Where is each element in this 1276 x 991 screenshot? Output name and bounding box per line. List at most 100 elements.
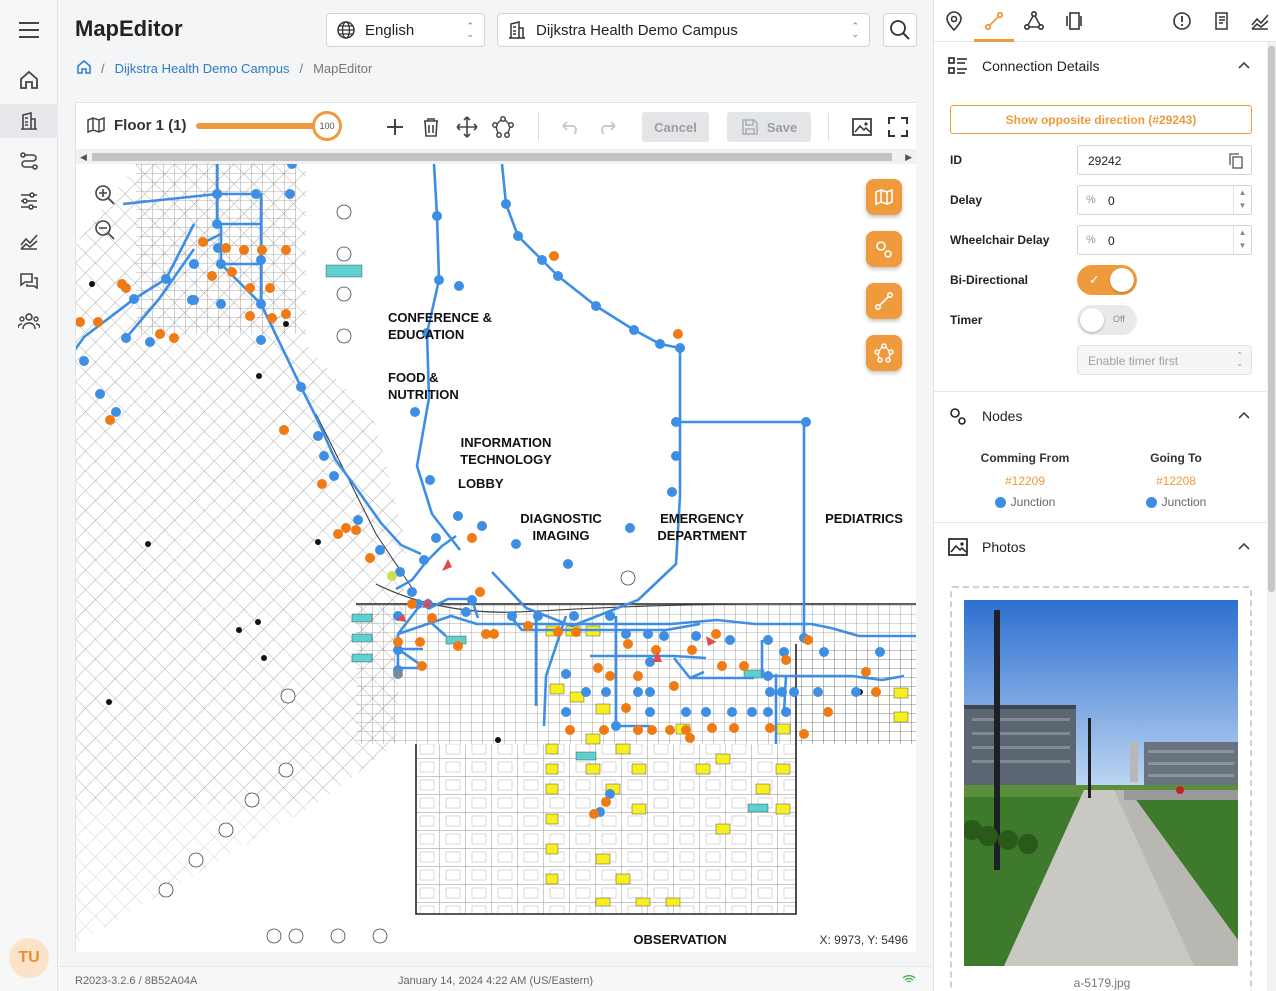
wifi-icon xyxy=(902,974,916,987)
floor-selector[interactable]: Floor 1 (1) xyxy=(86,115,187,135)
home-icon[interactable] xyxy=(13,64,45,96)
collapse-chevron-icon[interactable] xyxy=(1237,538,1251,554)
redo-icon[interactable] xyxy=(592,112,622,142)
scroll-right-icon[interactable]: ▶ xyxy=(905,152,912,163)
connection-photo[interactable] xyxy=(964,600,1238,966)
delay-value: 0 xyxy=(1108,194,1115,208)
status-bar: R2023-3.2.6 / 8B52A04A January 14, 2024 … xyxy=(59,966,932,991)
users-icon[interactable] xyxy=(13,305,45,337)
buildings-icon[interactable] xyxy=(0,104,58,138)
page-title: MapEditor xyxy=(75,16,183,41)
nodes-header[interactable]: Nodes xyxy=(934,393,1268,439)
breadcrumb-campus-link[interactable]: Dijkstra Health Demo Campus xyxy=(115,61,290,76)
panel-scrollbar[interactable] xyxy=(1267,42,1276,991)
image-icon xyxy=(948,537,968,557)
bidirectional-label: Bi-Directional xyxy=(950,273,1029,287)
campus-select[interactable]: Dijkstra Health Demo Campus ⌃ ⌄ xyxy=(497,13,870,47)
floor-opacity-slider[interactable] xyxy=(196,123,326,129)
collapse-chevron-icon[interactable] xyxy=(1237,407,1251,423)
breadcrumb-separator: / xyxy=(101,61,105,76)
bidirectional-toggle[interactable]: ✓ xyxy=(1077,265,1137,295)
tab-graph-icon[interactable] xyxy=(1021,8,1047,34)
save-button[interactable]: Save xyxy=(727,112,811,142)
move-icon[interactable] xyxy=(452,112,482,142)
scrollbar-thumb[interactable] xyxy=(92,153,892,161)
cursor-coordinates: X: 9973, Y: 5496 xyxy=(811,928,916,952)
copy-icon[interactable] xyxy=(1229,153,1243,172)
breadcrumb-current: MapEditor xyxy=(313,61,373,76)
timer-label: Timer xyxy=(950,313,983,327)
check-icon: ✓ xyxy=(1089,272,1100,287)
id-field[interactable]: 29242 xyxy=(1077,145,1252,175)
building-icon xyxy=(506,19,528,41)
going-to-link[interactable]: #12208 xyxy=(1106,474,1246,488)
map-label-observation: OBSERVATION xyxy=(633,932,727,947)
timer-toggle[interactable]: Off xyxy=(1077,305,1137,335)
search-button[interactable] xyxy=(883,13,917,47)
add-icon[interactable] xyxy=(380,112,410,142)
routes-icon[interactable] xyxy=(13,145,45,177)
wheelchair-delay-value: 0 xyxy=(1108,234,1115,248)
language-value: English xyxy=(365,21,415,39)
tab-connection-icon[interactable] xyxy=(981,8,1007,34)
map-label-it: INFORMATION TECHNOLOGY xyxy=(460,435,552,467)
nodes-tool-button[interactable] xyxy=(866,231,902,267)
save-label: Save xyxy=(766,119,798,135)
zoom-in-icon[interactable] xyxy=(90,180,120,210)
slider-knob[interactable]: 100 xyxy=(312,111,342,141)
tab-layers-icon[interactable] xyxy=(1061,8,1087,34)
editor-toolbar: Floor 1 (1) 100 Cancel Save xyxy=(76,103,916,150)
wheelchair-delay-label: Wheelchair Delay xyxy=(950,233,1050,247)
map-horizontal-scrollbar[interactable]: ◀ ▶ xyxy=(76,150,916,164)
junction-dot-icon xyxy=(994,496,1006,508)
wheelchair-delay-field[interactable]: % 0 ▲ ▼ xyxy=(1077,225,1252,255)
feedback-icon[interactable] xyxy=(13,265,45,297)
menu-icon[interactable] xyxy=(13,14,45,46)
connection-tool-button[interactable] xyxy=(866,283,902,319)
analytics-icon[interactable] xyxy=(13,225,45,257)
delay-stepper[interactable]: ▲ ▼ xyxy=(1233,186,1251,214)
floor-map-canvas[interactable]: CONFERENCE & EDUCATION FOOD & NUTRITION … xyxy=(76,164,916,952)
percent-icon: % xyxy=(1086,234,1096,246)
details-panel: Connection Details Show opposite directi… xyxy=(933,0,1276,991)
tab-alert-icon[interactable] xyxy=(1169,8,1195,34)
user-avatar[interactable]: TU xyxy=(9,938,49,978)
settings-sliders-icon[interactable] xyxy=(13,185,45,217)
delete-icon[interactable] xyxy=(416,112,446,142)
connection-details-header[interactable]: Connection Details xyxy=(934,43,1268,89)
tab-location-icon[interactable] xyxy=(941,8,967,34)
delay-field[interactable]: % 0 ▲ ▼ xyxy=(1077,185,1252,215)
version-label: R2023-3.2.6 / 8B52A04A xyxy=(75,975,198,987)
show-opposite-direction-button[interactable]: Show opposite direction (#29243) xyxy=(950,105,1252,134)
tab-document-icon[interactable] xyxy=(1209,8,1235,34)
map-layer-button[interactable] xyxy=(866,179,902,215)
cancel-button[interactable]: Cancel xyxy=(642,112,709,142)
scroll-left-icon[interactable]: ◀ xyxy=(80,152,87,163)
graph-tool-button[interactable] xyxy=(866,335,902,371)
undo-icon[interactable] xyxy=(556,112,586,142)
id-value: 29242 xyxy=(1088,154,1122,168)
timer-state: Off xyxy=(1113,314,1125,324)
nodes-pin-icon xyxy=(948,406,968,426)
coming-from-link[interactable]: #12209 xyxy=(955,474,1095,488)
fullscreen-icon[interactable] xyxy=(883,112,913,142)
timer-select[interactable]: Enable timer first ⌃ ⌄ xyxy=(1077,345,1252,375)
connection-details-title: Connection Details xyxy=(982,58,1100,74)
datetime-label: January 14, 2024 4:22 AM (US/Eastern) xyxy=(398,975,594,987)
breadcrumb-home-icon[interactable] xyxy=(77,60,91,77)
floor-plan-drawing xyxy=(76,164,916,944)
photo-dropzone[interactable]: a-5179.jpg xyxy=(950,586,1252,991)
photos-header[interactable]: Photos xyxy=(934,524,1268,570)
collapse-chevron-icon[interactable] xyxy=(1237,57,1251,73)
going-to-type: Junction xyxy=(1106,495,1246,509)
background-image-icon[interactable] xyxy=(847,112,877,142)
going-to-node: Going To #12208 Junction xyxy=(1106,451,1246,509)
map-label-lobby: LOBBY xyxy=(458,476,504,491)
tab-analytics-icon[interactable] xyxy=(1247,8,1273,34)
zoom-out-icon[interactable] xyxy=(90,215,120,245)
wheelchair-delay-stepper[interactable]: ▲ ▼ xyxy=(1233,226,1251,254)
language-select[interactable]: English ⌃ ⌄ xyxy=(326,13,485,47)
floor-label: Floor 1 (1) xyxy=(114,116,187,134)
connect-nodes-icon[interactable] xyxy=(488,112,518,142)
floor-map-icon xyxy=(87,116,105,134)
